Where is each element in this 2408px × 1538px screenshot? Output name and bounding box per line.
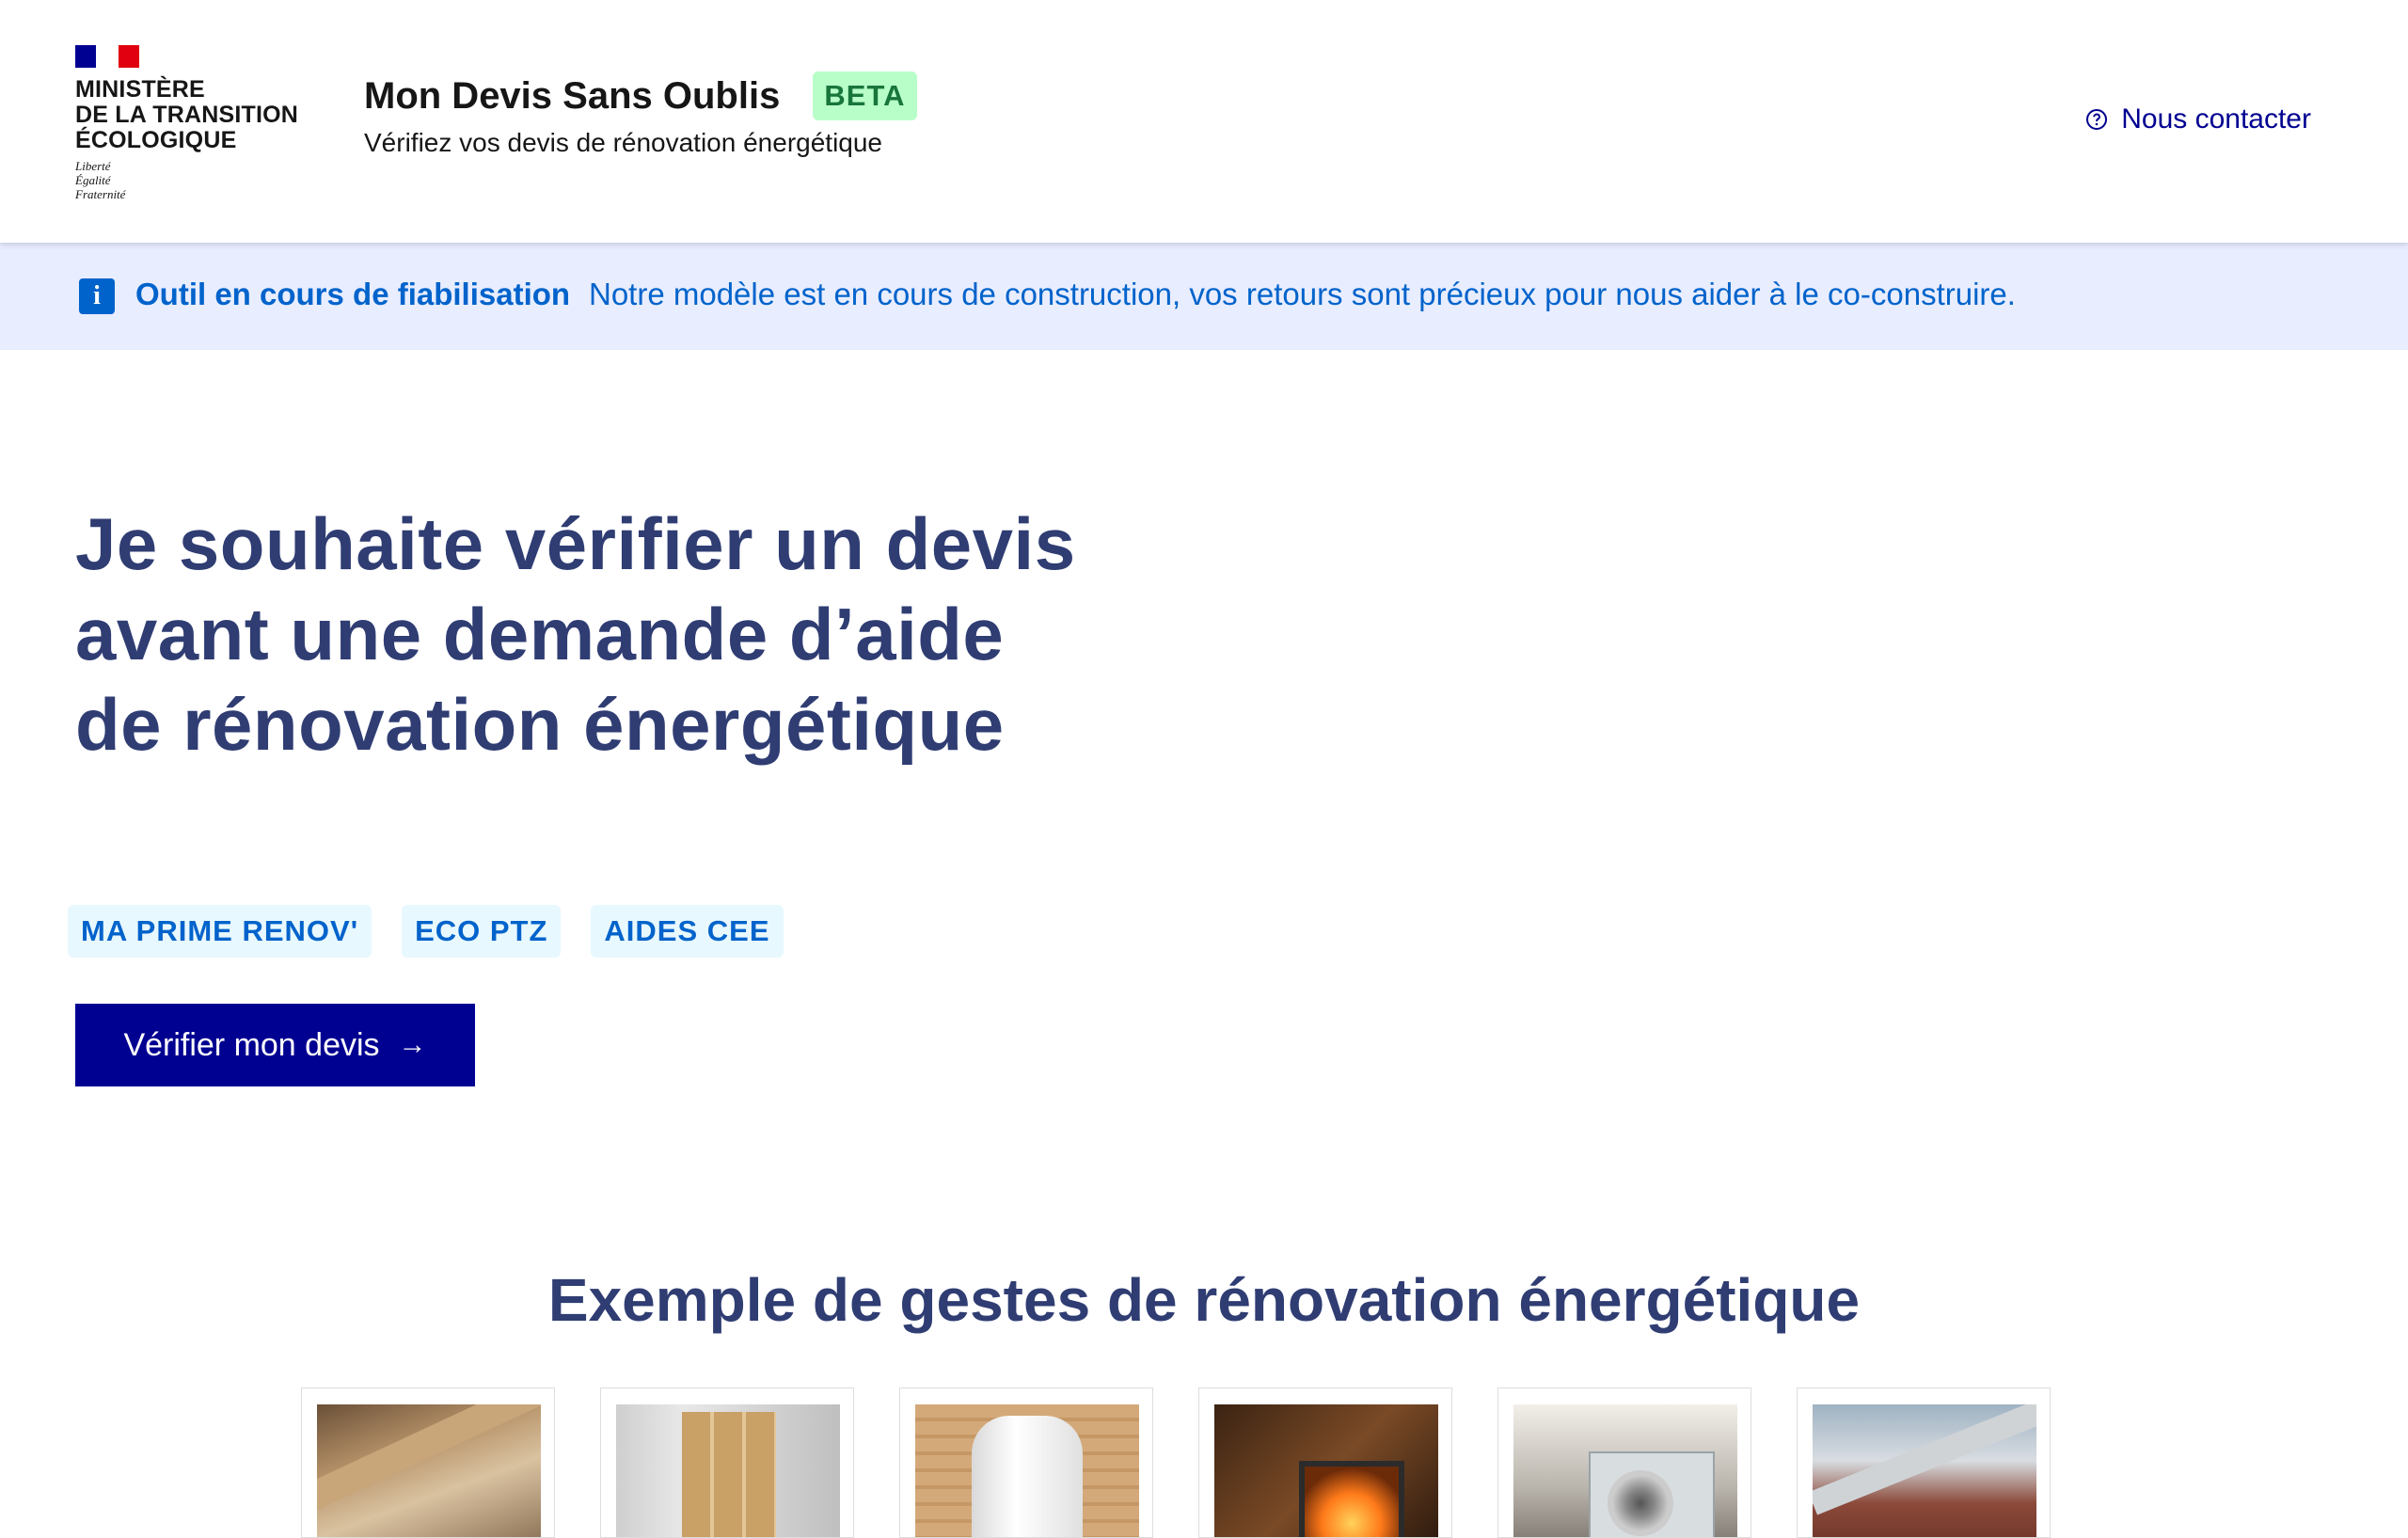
notice-text: Notre modèle est en cours de constructio…: [589, 277, 2016, 311]
tag-eco-ptz: ECO PTZ: [402, 905, 562, 958]
example-card[interactable]: [1198, 1387, 1452, 1538]
ministry-logo[interactable]: MINISTÈRE DE LA TRANSITION ÉCOLOGIQUE Li…: [75, 45, 310, 205]
example-card[interactable]: [899, 1387, 1153, 1538]
example-card[interactable]: [301, 1387, 555, 1538]
verify-quote-label: Vérifier mon devis: [123, 1026, 380, 1063]
roof-insulation-image: [317, 1404, 541, 1537]
contact-link[interactable]: Nous contacter: [2085, 103, 2311, 135]
notice-banner: i Outil en cours de fiabilisation Notre …: [0, 243, 2408, 350]
question-circle-icon: [2086, 109, 2108, 130]
hero-title: Je souhaite vérifier un devis avant une …: [75, 502, 1076, 766]
beta-badge: BETA: [813, 71, 917, 120]
tag-ma-prime-renov: MA PRIME RENOV': [68, 905, 372, 958]
examples-card-list: [301, 1387, 2051, 1538]
verify-quote-button[interactable]: Vérifier mon devis →: [75, 1004, 475, 1086]
service-tagline: Vérifiez vos devis de rénovation énergét…: [364, 128, 883, 157]
contact-label: Nous contacter: [2121, 103, 2311, 135]
roof-pipe-image: [1813, 1404, 2036, 1537]
republic-motto: Liberté Égalité Fraternité: [75, 159, 126, 201]
wood-stove-image: [1214, 1404, 1438, 1537]
example-card[interactable]: [1497, 1387, 1751, 1538]
window-door-image: [616, 1404, 840, 1537]
arrow-right-icon: →: [398, 1029, 427, 1060]
ministry-name: MINISTÈRE DE LA TRANSITION ÉCOLOGIQUE: [75, 76, 298, 153]
example-card[interactable]: [600, 1387, 854, 1538]
notice-title: Outil en cours de fiabilisation: [135, 277, 571, 311]
service-identity[interactable]: Mon Devis Sans Oublis BETA Vérifiez vos …: [364, 71, 917, 158]
french-flag-icon: [75, 45, 139, 68]
info-icon: i: [79, 278, 115, 314]
service-title: Mon Devis Sans Oublis: [364, 74, 781, 117]
example-card[interactable]: [1797, 1387, 2051, 1538]
heat-pump-image: [1513, 1404, 1737, 1537]
tag-aides-cee: AIDES CEE: [591, 905, 784, 958]
site-header: MINISTÈRE DE LA TRANSITION ÉCOLOGIQUE Li…: [0, 0, 2408, 243]
water-heater-image: [915, 1404, 1139, 1537]
examples-title: Exemple de gestes de rénovation énergéti…: [547, 1266, 1861, 1334]
aid-tags: MA PRIME RENOV' ECO PTZ AIDES CEE: [68, 905, 784, 958]
